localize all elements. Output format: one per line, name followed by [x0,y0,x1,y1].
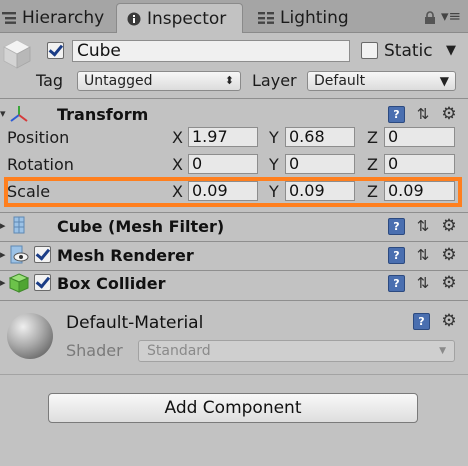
material-name: Default-Material [66,313,204,333]
preset-sliders-icon[interactable]: ⇅ [414,274,432,292]
divider [0,270,468,271]
shader-value: Standard [147,343,211,359]
position-label: Position [7,128,70,147]
mesh-renderer-icon [9,245,29,265]
position-y-field[interactable]: 0.68 [285,127,355,147]
static-dropdown-icon[interactable]: ▼ [446,41,456,61]
cube-icon [2,38,32,70]
info-icon [127,12,141,26]
axis-y-label: Y [269,155,279,174]
axis-x-label: X [172,128,183,147]
divider [0,300,468,301]
help-book-icon[interactable]: ? [413,313,430,330]
gear-icon[interactable]: ⚙ [440,246,458,264]
transform-icon [9,104,29,124]
rotation-x-field[interactable]: 0 [188,154,258,174]
mesh-renderer-checkbox[interactable] [34,246,51,263]
tab-inspector[interactable]: Inspector [116,3,243,33]
box-collider-icon [8,273,30,293]
divider [0,241,468,242]
axis-x-label: X [172,155,183,174]
gear-icon[interactable]: ⚙ [440,217,458,235]
layer-label: Layer [252,71,297,90]
tab-hierarchy-label: Hierarchy [22,8,105,28]
active-checkbox[interactable] [47,42,64,59]
help-book-icon[interactable]: ? [388,247,405,264]
shader-label: Shader [66,341,123,360]
tab-lighting-label: Lighting [280,8,349,28]
rotation-z-field[interactable]: 0 [384,154,455,174]
mesh-renderer-title: Mesh Renderer [57,246,194,265]
help-book-icon[interactable]: ? [388,218,405,235]
rotation-label: Rotation [7,155,74,174]
divider [0,212,468,213]
tab-menu-icon[interactable]: ▾≡ [441,8,461,24]
tab-inspector-label: Inspector [147,8,227,29]
box-collider-title: Box Collider [57,274,166,293]
hierarchy-icon [2,11,16,25]
preset-sliders-icon[interactable]: ⇅ [414,217,432,235]
transform-title: Transform [57,105,149,124]
gear-icon[interactable]: ⚙ [440,274,458,292]
mesh-filter-icon [13,216,25,234]
add-component-button[interactable]: Add Component [48,393,418,423]
tab-hierarchy[interactable]: Hierarchy [0,3,112,33]
chevron-updown-icon: ⬍ [224,74,234,87]
tag-label: Tag [36,71,64,90]
layer-dropdown[interactable]: Default ▼ [307,71,456,91]
foldout-arrow-icon[interactable]: ▸ [0,215,10,237]
chevron-down-icon: ▼ [439,346,446,356]
rotation-y-field[interactable]: 0 [285,154,355,174]
divider [0,374,468,375]
tab-lighting[interactable]: Lighting [258,3,368,33]
preset-sliders-icon[interactable]: ⇅ [414,105,432,123]
static-label: Static [384,41,433,61]
axis-y-label: Y [269,128,279,147]
object-name-field[interactable]: Cube [72,40,350,62]
gear-icon[interactable]: ⚙ [440,312,458,330]
layer-value: Default [314,73,366,89]
box-collider-checkbox[interactable] [34,274,51,291]
tag-value: Untagged [84,73,153,89]
help-book-icon[interactable]: ? [388,275,405,292]
shader-dropdown[interactable]: Standard ▼ [138,340,455,362]
mesh-filter-title: Cube (Mesh Filter) [57,217,225,236]
lighting-icon [258,11,274,25]
chevron-down-icon: ▼ [439,74,449,88]
help-book-icon[interactable]: ? [388,106,405,123]
divider [0,98,468,99]
preset-sliders-icon[interactable]: ⇅ [414,246,432,264]
gear-icon[interactable]: ⚙ [440,105,458,123]
material-preview-sphere [7,313,53,359]
static-checkbox[interactable] [361,42,378,59]
tag-dropdown[interactable]: Untagged ⬍ [77,71,241,91]
lock-icon[interactable] [424,10,436,24]
axis-z-label: Z [367,155,378,174]
position-z-field[interactable]: 0 [384,127,455,147]
position-x-field[interactable]: 1.97 [188,127,258,147]
scale-row-highlight [4,177,462,207]
axis-z-label: Z [367,128,378,147]
